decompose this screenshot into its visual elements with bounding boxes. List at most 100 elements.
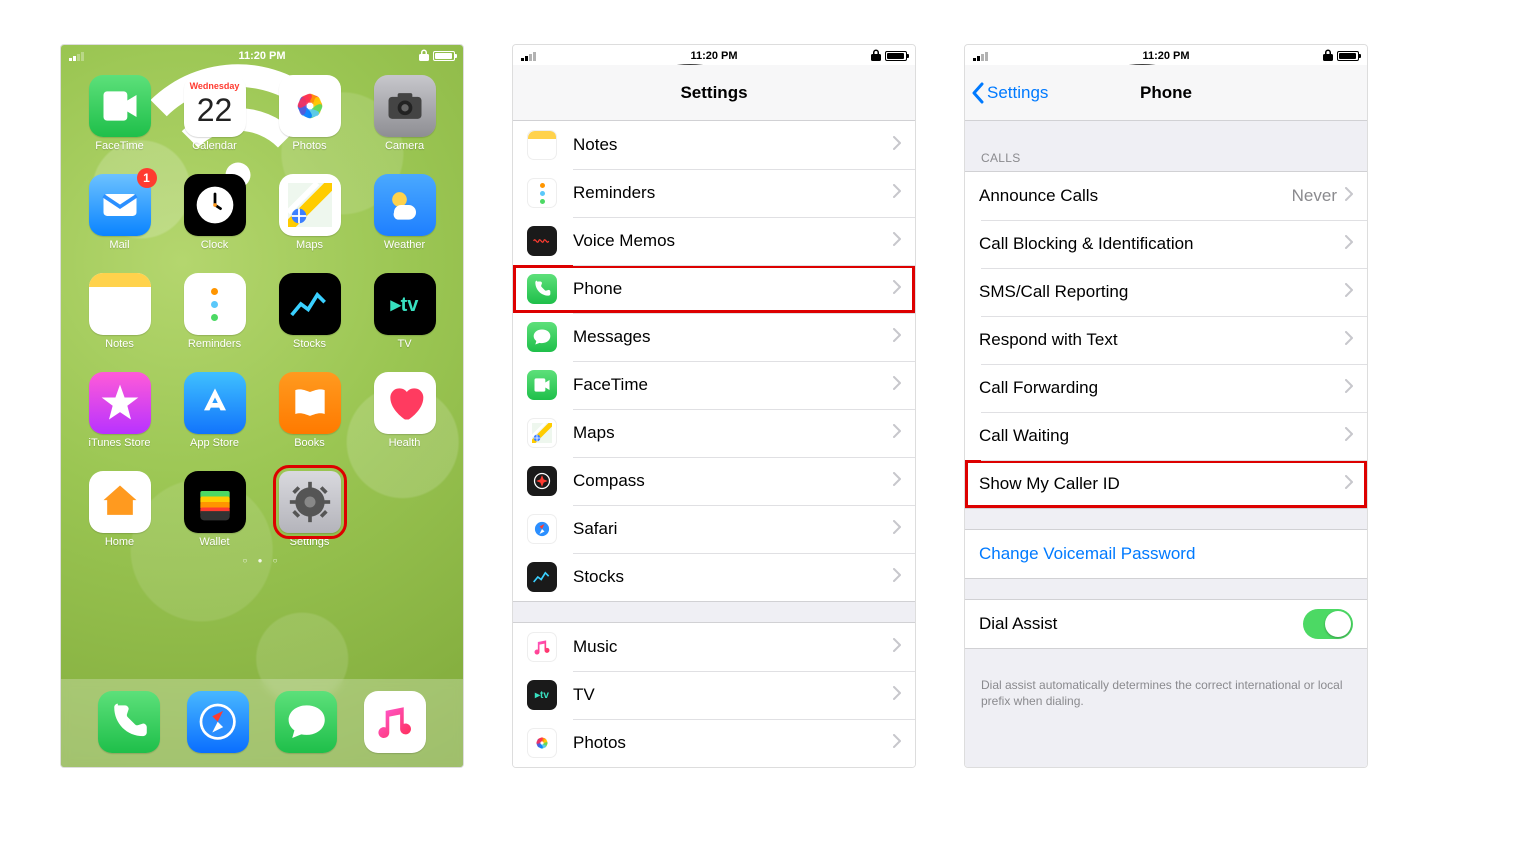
dial-assist-toggle[interactable] xyxy=(1303,609,1353,639)
itunes-app-icon[interactable] xyxy=(89,372,151,434)
settings-app-icon[interactable] xyxy=(279,471,341,533)
wallet-app-icon[interactable] xyxy=(184,471,246,533)
photos-icon xyxy=(527,728,557,758)
app-label: App Store xyxy=(190,437,239,449)
app-appstore[interactable]: App Store xyxy=(172,372,257,449)
settings-row-tv[interactable]: ▸tvTV xyxy=(513,671,915,719)
notes-app-icon[interactable] xyxy=(89,273,151,335)
app-settings[interactable]: Settings xyxy=(267,471,352,548)
settings-list[interactable]: NotesReminders Voice Memos Phone Messages Fa… xyxy=(513,121,915,767)
dock-app-phone[interactable] xyxy=(98,691,160,753)
phone-row-call-forwarding[interactable]: Call Forwarding xyxy=(965,364,1367,412)
nav-back-button[interactable]: Settings xyxy=(971,65,1048,120)
dock-app-safari[interactable] xyxy=(187,691,249,753)
app-itunes[interactable]: iTunes Store xyxy=(77,372,162,449)
app-label: Home xyxy=(105,536,134,548)
mail-app-icon[interactable]: 1 xyxy=(89,174,151,236)
row-label: Voice Memos xyxy=(573,231,893,251)
app-clock[interactable]: Clock xyxy=(172,174,257,251)
chevron-right-icon xyxy=(893,184,901,203)
nav-back-label: Settings xyxy=(987,83,1048,103)
maps-icon xyxy=(527,418,557,448)
battery-icon xyxy=(433,51,455,61)
phone-row-call-waiting[interactable]: Call Waiting xyxy=(965,412,1367,460)
chevron-right-icon xyxy=(893,328,901,347)
reminders-app-icon[interactable] xyxy=(184,273,246,335)
tv-app-icon[interactable]: ▸tv xyxy=(374,273,436,335)
settings-row-voicememos[interactable]: Voice Memos xyxy=(513,217,915,265)
app-health[interactable]: Health xyxy=(362,372,447,449)
row-label: Messages xyxy=(573,327,893,347)
app-label: iTunes Store xyxy=(89,437,151,449)
settings-row-phone[interactable]: Phone xyxy=(513,265,915,313)
lock-icon xyxy=(419,49,429,64)
chevron-right-icon xyxy=(893,280,901,299)
nav-bar: Settings Phone xyxy=(965,65,1367,121)
app-tv[interactable]: ▸tvTV xyxy=(362,273,447,350)
photos-app-icon[interactable] xyxy=(279,75,341,137)
settings-row-compass[interactable]: Compass xyxy=(513,457,915,505)
app-label: Weather xyxy=(384,239,425,251)
app-reminders[interactable]: Reminders xyxy=(172,273,257,350)
maps-app-icon[interactable] xyxy=(279,174,341,236)
chevron-right-icon xyxy=(1345,379,1353,398)
change-voicemail-password[interactable]: Change Voicemail Password xyxy=(965,530,1367,578)
screen-settings-root: 11:20 PM Settings NotesRemindersVoice Me… xyxy=(512,44,916,768)
reminders-icon xyxy=(527,178,557,208)
books-app-icon[interactable] xyxy=(279,372,341,434)
dock-app-messages[interactable] xyxy=(275,691,337,753)
settings-row-messages[interactable]: Messages xyxy=(513,313,915,361)
phone-row-show-my-caller-id[interactable]: Show My Caller ID xyxy=(965,460,1367,508)
app-mail[interactable]: 1Mail xyxy=(77,174,162,251)
settings-row-photos[interactable]: Photos xyxy=(513,719,915,767)
phone-row-call-blocking-identification[interactable]: Call Blocking & Identification xyxy=(965,220,1367,268)
chevron-right-icon xyxy=(893,472,901,491)
home-app-icon[interactable] xyxy=(89,471,151,533)
appstore-app-icon[interactable] xyxy=(184,372,246,434)
app-stocks[interactable]: Stocks xyxy=(267,273,352,350)
app-books[interactable]: Books xyxy=(267,372,352,449)
settings-row-safari[interactable]: Safari xyxy=(513,505,915,553)
app-calendar[interactable]: Wednesday22Calendar xyxy=(172,75,257,152)
status-bar: 11:20 PM xyxy=(513,45,915,65)
phone-settings-list[interactable]: CALLSAnnounce CallsNeverCall Blocking & … xyxy=(965,121,1367,767)
app-facetime[interactable]: FaceTime xyxy=(77,75,162,152)
chevron-right-icon xyxy=(1345,427,1353,446)
phone-row-announce-calls[interactable]: Announce CallsNever xyxy=(965,172,1367,220)
settings-row-stocks[interactable]: Stocks xyxy=(513,553,915,601)
settings-row-notes[interactable]: Notes xyxy=(513,121,915,169)
app-weather[interactable]: Weather xyxy=(362,174,447,251)
dock-app-music[interactable] xyxy=(364,691,426,753)
camera-app-icon[interactable] xyxy=(374,75,436,137)
dial-assist-note: Dial assist automatically determines the… xyxy=(965,669,1367,725)
weather-app-icon[interactable] xyxy=(374,174,436,236)
row-label: Respond with Text xyxy=(979,330,1345,350)
app-photos[interactable]: Photos xyxy=(267,75,352,152)
clock-app-icon[interactable] xyxy=(184,174,246,236)
row-label: Show My Caller ID xyxy=(979,474,1345,494)
facetime-app-icon[interactable] xyxy=(89,75,151,137)
row-label: SMS/Call Reporting xyxy=(979,282,1345,302)
signal-icon xyxy=(69,52,84,61)
app-camera[interactable]: Camera xyxy=(362,75,447,152)
row-label: Music xyxy=(573,637,893,657)
app-home[interactable]: Home xyxy=(77,471,162,548)
settings-row-facetime[interactable]: FaceTime xyxy=(513,361,915,409)
app-label: Photos xyxy=(292,140,326,152)
app-wallet[interactable]: Wallet xyxy=(172,471,257,548)
phone-row-sms-call-reporting[interactable]: SMS/Call Reporting xyxy=(965,268,1367,316)
phone-row-respond-with-text[interactable]: Respond with Text xyxy=(965,316,1367,364)
app-label: Health xyxy=(389,437,421,449)
row-label: FaceTime xyxy=(573,375,893,395)
chevron-right-icon xyxy=(1345,331,1353,350)
health-app-icon[interactable] xyxy=(374,372,436,434)
page-indicator[interactable]: ○ ● ○ xyxy=(61,548,463,573)
stocks-app-icon[interactable] xyxy=(279,273,341,335)
app-notes[interactable]: Notes xyxy=(77,273,162,350)
app-maps[interactable]: Maps xyxy=(267,174,352,251)
settings-row-music[interactable]: Music xyxy=(513,623,915,671)
wifi-icon xyxy=(540,50,552,62)
settings-row-reminders[interactable]: Reminders xyxy=(513,169,915,217)
settings-row-maps[interactable]: Maps xyxy=(513,409,915,457)
calendar-app-icon[interactable]: Wednesday22 xyxy=(184,75,246,137)
